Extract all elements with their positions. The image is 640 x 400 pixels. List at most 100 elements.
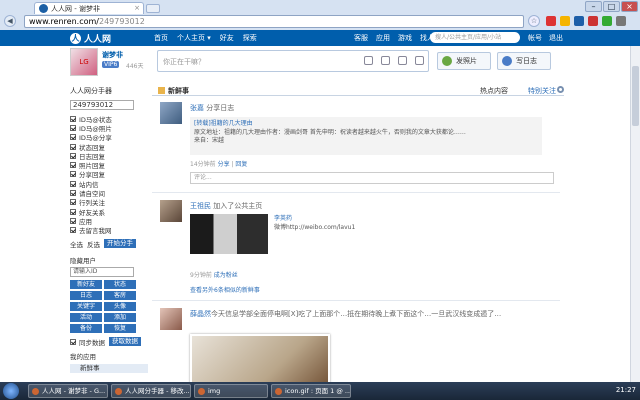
plugin-action-button[interactable]: 恢复 xyxy=(104,323,136,333)
gear-icon[interactable] xyxy=(557,86,564,93)
share-link[interactable]: 分享 xyxy=(218,161,230,168)
start-button[interactable] xyxy=(3,383,19,399)
camera-icon[interactable] xyxy=(364,56,373,65)
vip-badge[interactable]: VIP6 xyxy=(102,61,120,68)
option-checkbox[interactable]: 行列关注 xyxy=(70,198,148,207)
link-icon[interactable] xyxy=(415,56,424,65)
profile-name[interactable]: 谢梦非 xyxy=(102,50,123,60)
url-host: www.renren.com/ xyxy=(29,17,99,26)
taskbar-item[interactable]: img xyxy=(194,384,268,398)
shared-diary-title[interactable]: [转载]祖籍的几大理由 xyxy=(194,120,538,129)
extension-icon[interactable] xyxy=(560,16,570,26)
option-checkbox[interactable]: ID马@照片 xyxy=(70,123,148,133)
tab-hot[interactable]: 热点内容 xyxy=(480,86,508,96)
write-diary-button[interactable]: 写日志 xyxy=(497,52,551,70)
music-icon[interactable] xyxy=(398,56,407,65)
option-checkbox[interactable]: 状态回复 xyxy=(70,142,148,152)
sidebar-item-feed[interactable]: 新鲜事 xyxy=(70,363,148,373)
option-checkbox[interactable]: 分享回复 xyxy=(70,170,148,179)
account-link[interactable]: 帐号 xyxy=(528,33,542,43)
plugin-action-button[interactable]: 添加 xyxy=(104,312,136,322)
page-scrollbar[interactable] xyxy=(630,46,640,382)
extension-icon[interactable] xyxy=(588,16,598,26)
checkbox-icon xyxy=(70,190,76,197)
renren-logo-icon: 人 xyxy=(70,32,81,44)
plugin-action-button[interactable]: 客房 xyxy=(104,290,136,300)
plugin-action-button[interactable]: 新好友 xyxy=(70,279,102,289)
minimize-button[interactable]: – xyxy=(585,1,602,12)
browser-tab[interactable]: 人人网 - 谢梦非 × xyxy=(34,2,144,14)
close-window-button[interactable]: × xyxy=(621,1,638,12)
checkbox-icon xyxy=(70,162,76,169)
option-checkbox[interactable]: 好友关系 xyxy=(70,207,148,217)
post-author: 王祖民 加入了公共主页 xyxy=(190,202,263,210)
id-input[interactable]: 请输入ID xyxy=(70,266,134,277)
comment-input[interactable]: 评论... xyxy=(190,172,554,184)
nav-apps[interactable]: 应用 xyxy=(376,33,390,43)
option-checkbox[interactable]: 去留言我网 xyxy=(70,226,148,235)
avatar[interactable] xyxy=(160,102,182,124)
nav-home[interactable]: 首页 xyxy=(154,33,168,43)
fetch-data-button[interactable]: 获取数据 xyxy=(109,337,141,347)
address-bar[interactable]: www.renren.com/249793012 xyxy=(24,15,524,28)
option-checkbox[interactable]: 照片回复 xyxy=(70,160,148,170)
avatar[interactable] xyxy=(160,200,182,222)
become-fan-link[interactable]: 成为粉丝 xyxy=(214,272,238,279)
uid-input[interactable]: 249793012 xyxy=(70,100,134,110)
plugin-action-button[interactable]: 关键字 xyxy=(70,301,102,311)
wrench-icon[interactable] xyxy=(616,16,626,26)
maximize-button[interactable]: □ xyxy=(603,1,620,12)
back-icon[interactable]: ◀ xyxy=(4,15,16,27)
post-meta: 14分钟前 分享 | 回复 xyxy=(190,161,248,168)
extension-icon[interactable] xyxy=(602,16,612,26)
site-search-input[interactable]: 搜人/公共主页/应用/小站 xyxy=(430,32,520,43)
nav-service[interactable]: 客服 xyxy=(354,33,368,43)
star-icon[interactable]: ☆ xyxy=(528,15,540,27)
page-photo[interactable] xyxy=(190,214,268,254)
option-checkbox[interactable]: ID马@分享 xyxy=(70,133,148,142)
plugin-action-button[interactable]: 状态 xyxy=(104,279,136,289)
checkbox-icon xyxy=(70,143,76,150)
option-checkbox[interactable]: 日志回复 xyxy=(70,151,148,161)
post-photo-button[interactable]: 发照片 xyxy=(437,52,491,70)
image-icon[interactable] xyxy=(381,56,390,65)
taskbar-item[interactable]: 人人网 - 谢梦非 - G... xyxy=(28,384,108,398)
my-apps-label: 我的应用 xyxy=(70,352,96,361)
option-checkbox[interactable]: 请自空间 xyxy=(70,188,148,198)
nav-friends[interactable]: 好友 xyxy=(220,33,234,43)
avatar[interactable]: LG xyxy=(70,48,98,76)
invert-link[interactable]: 反选 xyxy=(87,239,100,249)
checkbox-icon xyxy=(70,152,76,159)
page-name[interactable]: 李英药 xyxy=(274,214,355,223)
nav-profile[interactable]: 个人主页 ▾ xyxy=(177,33,211,43)
plugin-action-button[interactable]: 日志 xyxy=(70,290,102,300)
nav-explore[interactable]: 探索 xyxy=(243,33,257,43)
logout-link[interactable]: 退出 xyxy=(549,33,563,43)
taskbar-item[interactable]: 人人网分手器 - 移改... xyxy=(111,384,191,398)
divider xyxy=(152,192,560,193)
select-all-link[interactable]: 全选 xyxy=(70,239,83,249)
scrollbar-thumb[interactable] xyxy=(632,66,639,126)
composer-tools xyxy=(364,56,424,65)
option-checkbox[interactable]: 站内信 xyxy=(70,179,148,189)
start-breakup-button[interactable]: 开始分手 xyxy=(104,239,136,249)
plugin-action-button[interactable]: 活动 xyxy=(70,312,102,322)
status-input[interactable]: 你正在干嘛？ xyxy=(157,50,429,72)
new-tab-button[interactable] xyxy=(146,4,160,13)
more-similar-link[interactable]: 查看另外6条相似的新鲜事 xyxy=(190,285,260,294)
taskbar-item[interactable]: icon.gif : 页面 1 @ ... xyxy=(271,384,351,398)
close-tab-icon[interactable]: × xyxy=(134,3,140,13)
plugin-action-button[interactable]: 备份 xyxy=(70,323,102,333)
sync-checkbox[interactable]: 同步数据 xyxy=(70,337,105,347)
post-meta: 9分钟前 成为粉丝 xyxy=(190,272,238,279)
option-checkbox[interactable]: ID马@状态 xyxy=(70,114,148,124)
extension-icon[interactable] xyxy=(574,16,584,26)
site-logo[interactable]: 人人人网 xyxy=(70,31,111,45)
tab-special[interactable]: 特别关注 xyxy=(528,86,556,96)
avatar[interactable] xyxy=(160,308,182,330)
plugin-action-button[interactable]: 头像 xyxy=(104,301,136,311)
extension-icon[interactable] xyxy=(546,16,556,26)
reply-link[interactable]: 回复 xyxy=(235,161,247,168)
option-checkbox[interactable]: 应用 xyxy=(70,216,148,226)
nav-games[interactable]: 游戏 xyxy=(398,33,412,43)
